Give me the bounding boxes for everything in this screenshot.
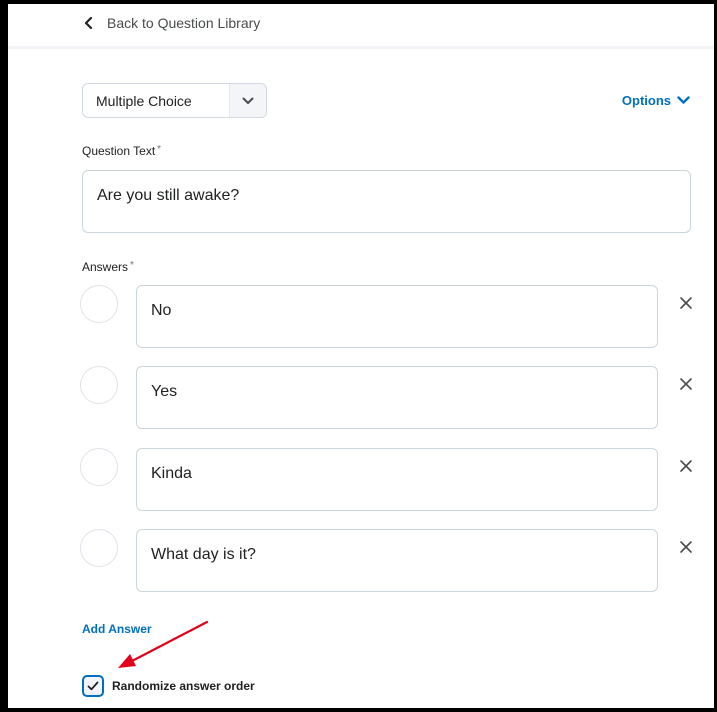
question-editor: Back to Question Library Multiple Choice… [8, 4, 714, 708]
answer-input[interactable]: What day is it? [136, 529, 658, 592]
answers-label: Answers * [82, 260, 134, 274]
answers-label-text: Answers [82, 260, 129, 274]
correct-answer-radio[interactable] [80, 529, 118, 567]
question-type-value: Multiple Choice [96, 92, 192, 109]
back-link-label: Back to Question Library [107, 15, 261, 31]
question-text-label: Question Text * [82, 144, 161, 158]
required-mark: * [130, 260, 134, 271]
annotation-arrow-icon [118, 620, 209, 668]
close-icon[interactable] [676, 293, 696, 313]
answer-row: Yes [80, 366, 700, 429]
top-bar: Back to Question Library [8, 4, 714, 49]
question-text-input[interactable]: Are you still awake? [82, 170, 691, 233]
answer-row: No [80, 285, 700, 348]
question-type-select[interactable]: Multiple Choice [82, 83, 267, 118]
correct-answer-radio[interactable] [80, 285, 118, 323]
required-mark: * [157, 144, 162, 155]
answer-row: Kinda [80, 448, 700, 511]
correct-answer-radio[interactable] [80, 366, 118, 404]
answer-input[interactable]: Kinda [136, 448, 658, 511]
options-dropdown[interactable]: Options [622, 93, 690, 108]
randomize-label: Randomize answer order [112, 679, 255, 693]
chevron-down-icon [677, 96, 690, 104]
back-to-library-link[interactable]: Back to Question Library [84, 15, 260, 31]
close-icon[interactable] [676, 374, 696, 394]
close-icon[interactable] [676, 456, 696, 476]
randomize-checkbox[interactable] [82, 675, 104, 697]
checkmark-icon [87, 681, 99, 691]
answer-input[interactable]: No [136, 285, 658, 348]
close-icon[interactable] [676, 537, 696, 557]
chevron-down-icon [229, 84, 266, 117]
chevron-left-icon [84, 17, 93, 29]
correct-answer-radio[interactable] [80, 448, 118, 486]
answer-row: What day is it? [80, 529, 700, 592]
answer-input[interactable]: Yes [136, 366, 658, 429]
question-text-label-text: Question Text [82, 144, 156, 158]
options-label: Options [621, 93, 671, 108]
